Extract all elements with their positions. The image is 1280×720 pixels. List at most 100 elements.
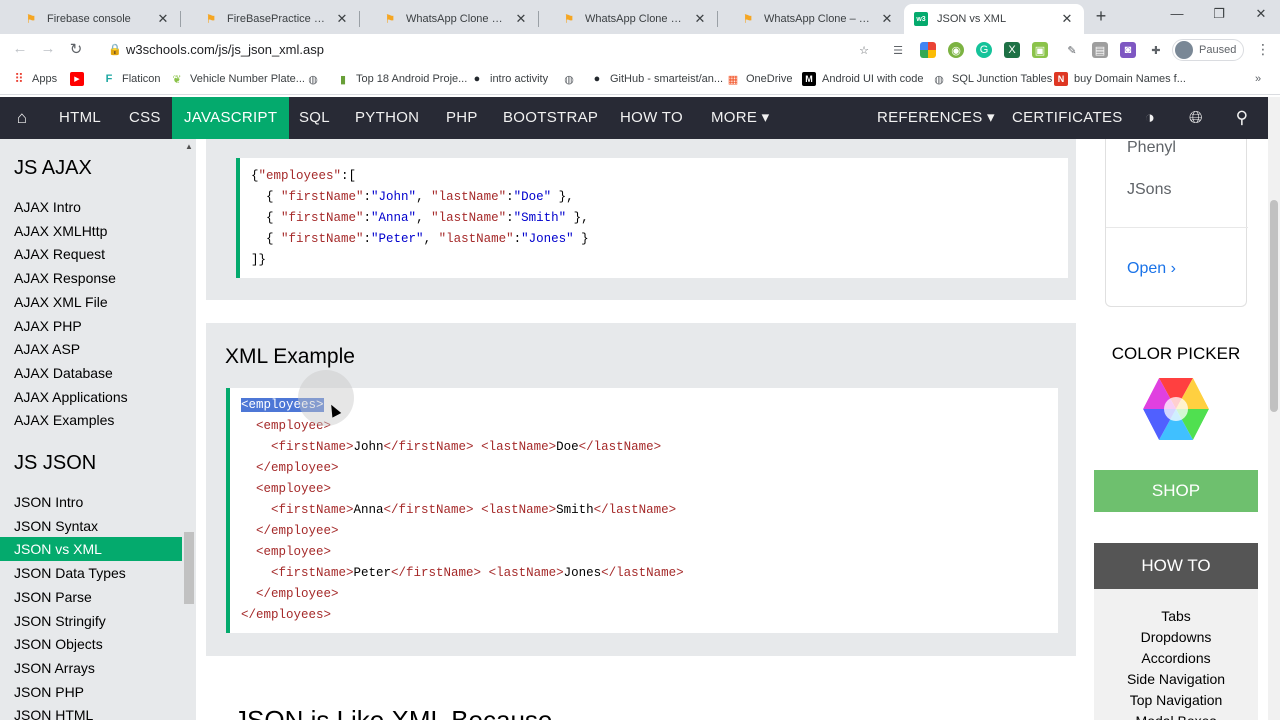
home-icon[interactable]: ⌂ — [0, 97, 44, 139]
sidebar-item-json-data-types[interactable]: JSON Data Types — [14, 565, 126, 581]
sidebar-item-ajax-request[interactable]: AJAX Request — [14, 246, 105, 262]
sidebar-item-json-stringify[interactable]: JSON Stringify — [14, 613, 106, 629]
minimize-button[interactable]: — — [1162, 6, 1192, 21]
bookmark-item[interactable]: ❦ Vehicle Number Plate... — [170, 72, 305, 86]
forward-icon[interactable]: → — [38, 40, 58, 57]
page-scrollbar-thumb[interactable] — [1270, 200, 1278, 412]
bookmark-item[interactable]: F Flaticon — [102, 72, 161, 86]
nav-javascript[interactable]: JAVASCRIPT — [172, 97, 290, 139]
tab-close-icon[interactable]: ✕ — [693, 11, 707, 27]
extension-android-icon[interactable]: ▣ — [1032, 42, 1048, 58]
maximize-button[interactable]: ❐ — [1204, 6, 1234, 22]
howto-link-accordions[interactable]: Accordions — [1094, 650, 1258, 666]
lock-icon[interactable]: 🔒 — [108, 43, 122, 56]
nav-certificates[interactable]: CERTIFICATES — [1012, 97, 1123, 139]
shop-button[interactable]: SHOP — [1094, 470, 1258, 512]
bookmark-star-icon[interactable]: ☆ — [856, 42, 872, 58]
bookmark-item[interactable]: ▮ Top 18 Android Proje... — [336, 72, 467, 86]
grammarly-icon[interactable]: G — [976, 42, 992, 58]
sidebar-item-ajax-xmlhttp[interactable]: AJAX XMLHttp — [14, 223, 107, 239]
profile-button[interactable]: Paused — [1172, 39, 1244, 61]
tab-close-icon[interactable]: ✕ — [880, 11, 894, 27]
scroll-up-icon[interactable]: ▲ — [185, 142, 193, 151]
sidebar-item-json-intro[interactable]: JSON Intro — [14, 494, 83, 510]
sidebar-item-ajax-examples[interactable]: AJAX Examples — [14, 412, 114, 428]
browser-tab[interactable]: ⚑ WhatsApp Clone – Firebase ✕ — [731, 4, 904, 34]
sidebar-scrollbar-thumb[interactable] — [184, 532, 194, 604]
sidebar-item-json-syntax[interactable]: JSON Syntax — [14, 518, 98, 534]
color-hexagon-icon[interactable] — [1142, 377, 1210, 441]
sidebar-item-json-arrays[interactable]: JSON Arrays — [14, 660, 95, 676]
nav-sql[interactable]: SQL — [299, 97, 330, 139]
nav-how-to[interactable]: HOW TO — [620, 97, 683, 139]
howto-link-tabs[interactable]: Tabs — [1094, 608, 1258, 624]
browser-menu-icon[interactable]: ⋮ — [1256, 41, 1270, 58]
tab-close-icon[interactable]: ✕ — [335, 11, 349, 27]
tab-close-icon[interactable]: ✕ — [514, 11, 528, 27]
howto-link-side-navigation[interactable]: Side Navigation — [1094, 671, 1258, 687]
extension-color-icon[interactable] — [920, 42, 936, 58]
nav-python[interactable]: PYTHON — [355, 97, 419, 139]
nav-references[interactable]: REFERENCES ▾ — [877, 97, 995, 139]
sidebar-item-ajax-asp[interactable]: AJAX ASP — [14, 341, 80, 357]
browser-tab[interactable]: ⚑ WhatsApp Clone – WhatsAp ✕ — [373, 4, 538, 34]
bookmark-item[interactable]: ◍ — [306, 72, 326, 86]
contrast-icon[interactable]: ◑ — [1137, 97, 1163, 139]
eyedropper-icon[interactable]: ✎ — [1064, 42, 1080, 58]
howto-link-dropdowns[interactable]: Dropdowns — [1094, 629, 1258, 645]
sidebar-item-ajax-xml-file[interactable]: AJAX XML File — [14, 294, 108, 310]
bookmark-item[interactable]: ⠿ Apps — [12, 71, 57, 86]
bookmark-item[interactable]: ● GitHub - smarteist/an... — [590, 72, 723, 86]
ad-open-link[interactable]: Open › — [1127, 260, 1176, 278]
howto-link-top-navigation[interactable]: Top Navigation — [1094, 692, 1258, 708]
globe-icon[interactable]: 🌐︎ — [1183, 97, 1209, 139]
sidebar-item-ajax-response[interactable]: AJAX Response — [14, 270, 116, 286]
extension-gray-icon[interactable]: ▤ — [1092, 42, 1108, 58]
nav-bootstrap[interactable]: BOOTSTRAP — [503, 97, 598, 139]
sidebar-item-json-parse[interactable]: JSON Parse — [14, 589, 92, 605]
reload-icon[interactable]: ↻ — [66, 40, 86, 58]
bookmark-item[interactable]: Nbuy Domain Names f... — [1054, 72, 1186, 86]
sidebar-item-json-php[interactable]: JSON PHP — [14, 684, 84, 700]
sidebar-item-ajax-applications[interactable]: AJAX Applications — [14, 389, 128, 405]
extensions-puzzle-icon[interactable]: ✚ — [1148, 42, 1164, 58]
nav-php[interactable]: PHP — [446, 97, 478, 139]
address-bar[interactable]: w3schools.com/js/js_json_xml.asp — [126, 42, 324, 57]
browser-tab[interactable]: ⚑ FireBasePractice – Firebase c ✕ — [194, 4, 359, 34]
sidebar-item-ajax-intro[interactable]: AJAX Intro — [14, 199, 81, 215]
bookmark-item[interactable]: ◍ — [562, 72, 582, 86]
nav-css[interactable]: CSS — [129, 97, 161, 139]
nav-html[interactable]: HTML — [59, 97, 101, 139]
tab-close-icon[interactable]: ✕ — [1060, 11, 1074, 27]
sidebar-item-ajax-database[interactable]: AJAX Database — [14, 365, 113, 381]
camera-icon[interactable]: ◙ — [1120, 42, 1136, 58]
bookmark-item[interactable]: M Android UI with code — [802, 72, 924, 86]
sidebar-item-json-objects[interactable]: JSON Objects — [14, 636, 103, 652]
page-scrollbar[interactable] — [1268, 97, 1280, 720]
browser-tab[interactable]: ⚑ WhatsApp Clone – Firebase ✕ — [552, 4, 717, 34]
back-icon[interactable]: ← — [10, 40, 30, 57]
sidebar-item-json-html[interactable]: JSON HTML — [14, 707, 93, 720]
browser-tab[interactable]: ⚑ Firebase console ✕ — [14, 4, 180, 34]
code-key: "lastName" — [438, 232, 514, 246]
extension-green-icon[interactable]: ◉ — [948, 42, 964, 58]
reading-list-icon[interactable]: ☰ — [890, 42, 906, 58]
browser-tab[interactable]: w3 JSON vs XML ✕ — [904, 4, 1084, 34]
sidebar-item-ajax-php[interactable]: AJAX PHP — [14, 318, 82, 334]
ad-card[interactable]: Phenyl JSons Open › — [1105, 139, 1248, 307]
bookmark-item[interactable]: ▦ OneDrive — [726, 72, 793, 86]
search-icon[interactable]: ⚲ — [1229, 97, 1255, 139]
sidebar-scrollbar[interactable]: ▲ — [182, 139, 196, 720]
bookmarks-more-icon[interactable]: » — [1255, 73, 1261, 85]
bookmark-item[interactable]: ◍ SQL Junction Tables — [932, 72, 1052, 86]
window-close-button[interactable]: ✕ — [1246, 6, 1276, 22]
bookmark-item[interactable]: ▶ — [70, 72, 90, 86]
howto-link-modal-boxes[interactable]: Modal Boxes — [1094, 713, 1258, 720]
bookmark-item[interactable]: ● intro activity — [470, 72, 548, 86]
nav-more[interactable]: MORE ▾ — [711, 97, 770, 139]
firebase-icon: ⚑ — [384, 12, 396, 26]
new-tab-button[interactable]: + — [1092, 6, 1110, 27]
tab-close-icon[interactable]: ✕ — [156, 11, 170, 27]
excel-icon[interactable]: X — [1004, 42, 1020, 58]
sidebar-item-json-vs-xml[interactable]: JSON vs XML — [0, 537, 182, 562]
